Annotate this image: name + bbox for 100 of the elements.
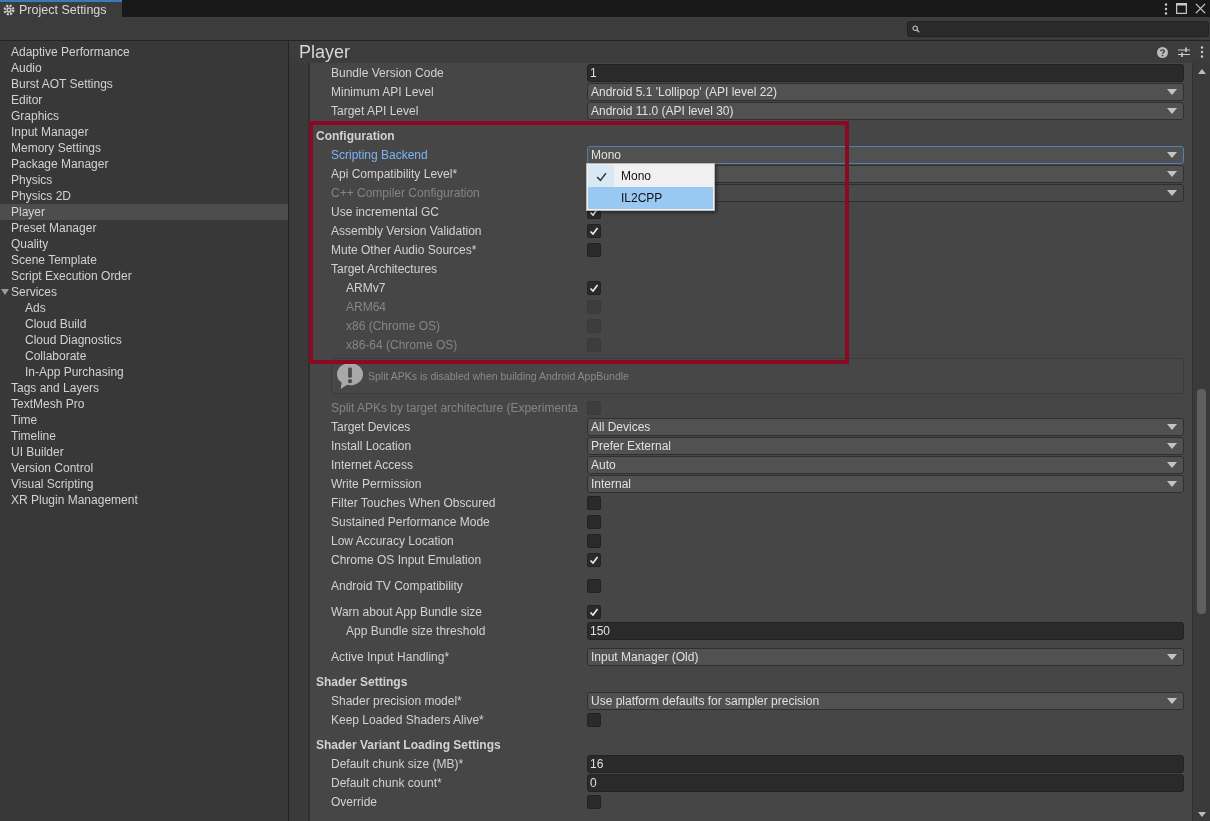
sidebar-item[interactable]: Input Manager — [0, 124, 288, 140]
checkbox[interactable] — [587, 514, 601, 529]
dropdown[interactable]: Prefer External — [587, 436, 1184, 455]
field-label: App Bundle size threshold — [345, 623, 487, 638]
sidebar-item[interactable]: Physics — [0, 172, 288, 188]
scroll-up-icon[interactable] — [1197, 69, 1206, 74]
field-label: Active Input Handling* — [330, 649, 451, 664]
section-heading: Shader Settings — [315, 674, 408, 689]
field-label: Assembly Version Validation — [330, 223, 483, 238]
dropdown[interactable]: Input Manager (Old) — [587, 647, 1184, 666]
sidebar-item[interactable]: Ads — [0, 300, 288, 316]
field-label: Write Permission — [330, 476, 423, 491]
field-label: Target Devices — [330, 419, 412, 434]
sidebar-item[interactable]: Burst AOT Settings — [0, 76, 288, 92]
field-label: x86-64 (Chrome OS) — [345, 337, 459, 352]
close-icon[interactable] — [1195, 3, 1206, 14]
dropdown[interactable]: Android 11.0 (API level 30) — [587, 101, 1184, 120]
caret-icon — [1167, 480, 1177, 487]
sidebar-item[interactable]: Cloud Diagnostics — [0, 332, 288, 348]
sidebar-item[interactable]: Audio — [0, 60, 288, 76]
sidebar-item[interactable]: Physics 2D — [0, 188, 288, 204]
dropdown[interactable]: Mono — [587, 145, 1184, 164]
help-icon[interactable] — [1157, 46, 1168, 58]
field-label: Warn about App Bundle size — [330, 604, 483, 619]
dropdown[interactable]: Auto — [587, 455, 1184, 474]
scroll-down-icon[interactable] — [1197, 812, 1206, 817]
sidebar-item[interactable]: Visual Scripting — [0, 476, 288, 492]
sidebar-item[interactable]: Adaptive Performance — [0, 44, 288, 60]
input-field[interactable]: 16 — [587, 754, 1184, 773]
checkbox[interactable] — [587, 712, 601, 727]
checkbox[interactable] — [587, 552, 601, 567]
caret-icon — [1167, 697, 1177, 704]
dropdown[interactable]: Internal — [587, 474, 1184, 493]
field-label: Target API Level — [330, 103, 420, 118]
sidebar-item[interactable]: Preset Manager — [0, 220, 288, 236]
field-label: Override — [330, 794, 378, 809]
section-heading: Shader Variant Loading Settings — [315, 737, 501, 752]
checkbox[interactable] — [587, 242, 601, 257]
input-field[interactable]: 0 — [587, 773, 1184, 792]
checkbox[interactable] — [587, 223, 601, 238]
checkbox[interactable] — [587, 604, 601, 619]
field-label: Filter Touches When Obscured — [330, 495, 497, 510]
sidebar-item[interactable]: TextMesh Pro — [0, 396, 288, 412]
sliders-icon[interactable] — [1178, 46, 1190, 58]
caret-icon — [1167, 189, 1177, 196]
caret-icon — [1167, 107, 1177, 114]
sidebar-item[interactable]: Package Manager — [0, 156, 288, 172]
sidebar-item[interactable]: Graphics — [0, 108, 288, 124]
sidebar-item[interactable]: Editor — [0, 92, 288, 108]
caret-icon — [1167, 88, 1177, 95]
field-label: Use incremental GC — [330, 204, 441, 219]
search-icon — [912, 24, 920, 33]
dropdown[interactable]: All Devices — [587, 417, 1184, 436]
sidebar-item[interactable]: Scene Template — [0, 252, 288, 268]
sidebar-item[interactable]: Version Control — [0, 460, 288, 476]
check-icon — [595, 170, 607, 182]
scrollbar[interactable] — [1193, 63, 1210, 821]
menu-item[interactable]: IL2CPP — [588, 187, 713, 209]
checkbox[interactable] — [587, 578, 601, 593]
input-field[interactable]: 1 — [587, 63, 1184, 82]
checkbox[interactable] — [587, 280, 601, 295]
caret-icon — [1167, 151, 1177, 158]
sidebar-item[interactable]: Tags and Layers — [0, 380, 288, 396]
checkbox[interactable] — [587, 533, 601, 548]
sidebar-item[interactable]: Cloud Build — [0, 316, 288, 332]
sidebar-item[interactable]: Time — [0, 412, 288, 428]
sidebar-item[interactable]: Memory Settings — [0, 140, 288, 156]
field-label: ARM64 — [345, 299, 387, 314]
dropdown[interactable]: Android 5.1 'Lollipop' (API level 22) — [587, 82, 1184, 101]
expand-arrow-icon[interactable] — [1, 288, 9, 296]
caret-icon — [1167, 461, 1177, 468]
field-label: Default chunk count* — [330, 775, 443, 790]
field-label: Shader precision model* — [330, 693, 463, 708]
sidebar-item[interactable]: Script Execution Order — [0, 268, 288, 284]
window-tab[interactable]: Project Settings — [0, 0, 122, 17]
section-heading: Configuration — [315, 128, 395, 143]
warning-bubble-icon — [336, 362, 364, 390]
checkbox[interactable] — [587, 794, 601, 809]
sidebar-item[interactable]: Player — [0, 204, 288, 220]
scroll-thumb[interactable] — [1197, 389, 1206, 614]
field-label: Api Compatibility Level* — [330, 166, 459, 181]
more-icon[interactable] — [1164, 2, 1168, 15]
sidebar-item[interactable]: Quality — [0, 236, 288, 252]
field-label: Scripting Backend — [330, 147, 429, 162]
input-field[interactable]: 150 — [587, 621, 1184, 640]
more-icon[interactable] — [1200, 46, 1204, 58]
sidebar-item[interactable]: UI Builder — [0, 444, 288, 460]
maximize-icon[interactable] — [1176, 3, 1187, 14]
sidebar-item[interactable]: XR Plugin Management — [0, 492, 288, 508]
sidebar-item[interactable]: Collaborate — [0, 348, 288, 364]
sidebar-item[interactable]: Timeline — [0, 428, 288, 444]
dropdown[interactable]: Use platform defaults for sampler precision — [587, 691, 1184, 710]
search-field[interactable] — [907, 20, 1209, 37]
field-label: Keep Loaded Shaders Alive* — [330, 712, 485, 727]
help-text: Split APKs is disabled when building Android AppBundle — [368, 370, 629, 382]
sidebar-item[interactable]: In-App Purchasing — [0, 364, 288, 380]
field-label: Target Architectures — [330, 261, 439, 276]
sidebar-item[interactable]: Services — [0, 284, 288, 300]
menu-item[interactable]: Mono — [588, 165, 713, 187]
checkbox[interactable] — [587, 495, 601, 510]
